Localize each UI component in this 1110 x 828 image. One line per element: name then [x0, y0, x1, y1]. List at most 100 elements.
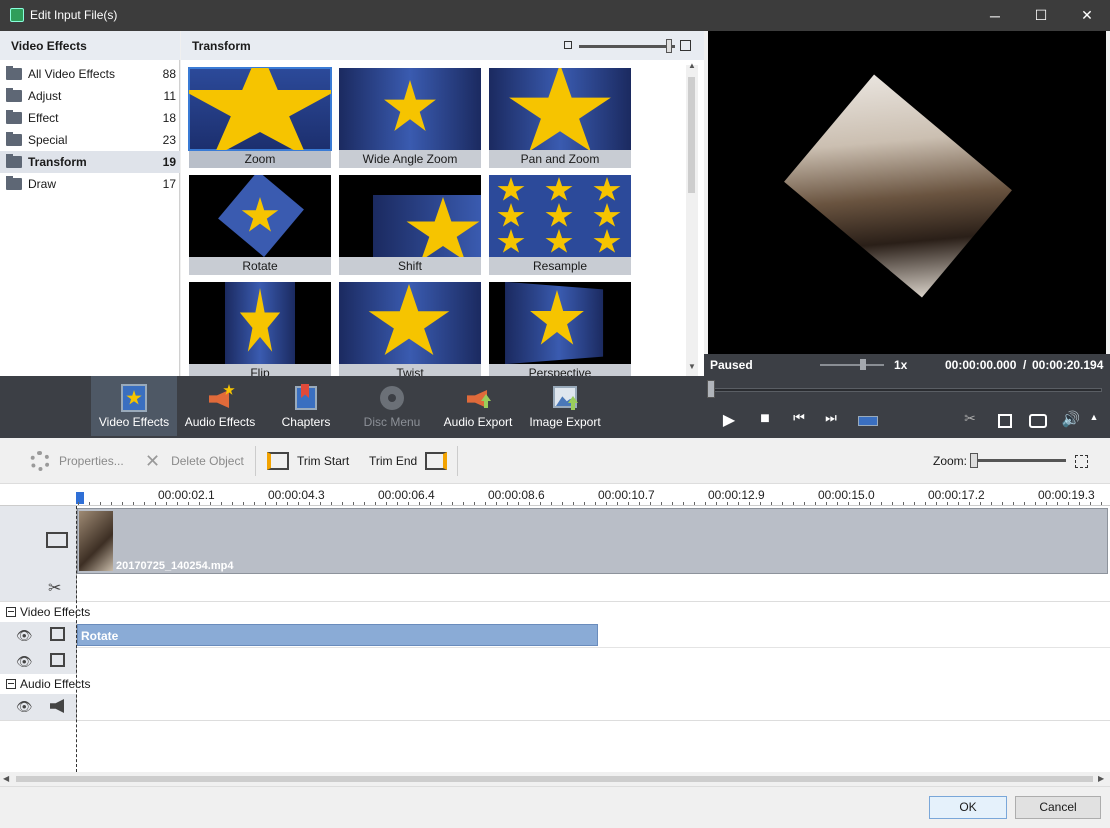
effect-tile-zoom[interactable]: Zoom: [188, 67, 332, 168]
ok-button[interactable]: OK: [929, 796, 1007, 819]
film-strip-icon: [46, 532, 68, 548]
effect-label: Zoom: [189, 150, 331, 168]
gear-icon: [30, 451, 50, 471]
total-time: 00:00:20.194: [1032, 358, 1104, 372]
dialog-footer: OK Cancel: [0, 786, 1110, 828]
effect-tile-flip[interactable]: Flip: [189, 282, 331, 376]
zoom-label: Zoom:: [933, 454, 968, 468]
audio-effects-tab[interactable]: Audio Effects: [177, 376, 263, 436]
category-label: Transform: [28, 155, 87, 169]
trim-start-button[interactable]: Trim Start: [267, 438, 349, 484]
large-thumb-icon[interactable]: [680, 40, 691, 51]
effect-tile-shift[interactable]: Shift: [339, 175, 481, 275]
video-effects-section-header[interactable]: Video Effects: [0, 602, 1110, 622]
effect-tile-wide-angle-zoom[interactable]: Wide Angle Zoom: [339, 68, 481, 168]
volume-icon[interactable]: 🔊: [1060, 410, 1082, 428]
effect-bar-rotate[interactable]: Rotate: [77, 624, 598, 646]
audio-effect-track-icon: [50, 699, 64, 713]
trim-end-button[interactable]: Trim End: [369, 438, 448, 484]
category-count: 19: [162, 155, 176, 169]
thumbnail-size-slider[interactable]: [579, 45, 675, 48]
cancel-button[interactable]: Cancel: [1015, 796, 1101, 819]
playback-position-handle[interactable]: [707, 380, 715, 398]
speed-slider[interactable]: [820, 364, 884, 366]
category-count: 17: [162, 177, 176, 191]
preview-frame: [784, 74, 1012, 298]
close-button[interactable]: ✕: [1064, 0, 1110, 31]
track-divider: [77, 647, 1110, 648]
playback-status: Paused: [710, 358, 753, 372]
playback-position-slider[interactable]: [710, 388, 1102, 392]
delete-object-button[interactable]: ✕ Delete Object: [145, 438, 244, 484]
toolbar-divider: [457, 446, 458, 476]
effects-panel: Transform Zoom Wide Angle Zoom Pan and Z…: [181, 31, 704, 376]
app-icon: [10, 8, 24, 22]
effect-tile-pan-and-zoom[interactable]: Pan and Zoom: [489, 68, 631, 168]
effect-tile-rotate[interactable]: Rotate: [189, 175, 331, 275]
video-track-header: [0, 506, 77, 574]
video-clip[interactable]: 20170725_140254.mp4: [77, 508, 1108, 574]
scroll-up-icon[interactable]: ▲: [686, 61, 698, 71]
cut-scissors-icon[interactable]: ✂: [958, 410, 982, 427]
small-thumb-icon[interactable]: [564, 41, 572, 49]
toolbar-divider: [255, 446, 256, 476]
scroll-thumb[interactable]: [16, 776, 1093, 782]
volume-menu-icon[interactable]: ▲: [1088, 412, 1100, 422]
play-selection-icon[interactable]: [858, 416, 878, 426]
clip-filename: 20170725_140254.mp4: [116, 560, 234, 572]
category-item-all-video-effects[interactable]: All Video Effects 88: [0, 63, 180, 85]
category-item-draw[interactable]: Draw 17: [0, 173, 180, 195]
visibility-eye-icon[interactable]: 👁: [16, 654, 33, 670]
slider-handle[interactable]: [666, 39, 672, 53]
maximize-button[interactable]: ☐: [1018, 0, 1064, 31]
scroll-right-icon[interactable]: ▶: [1098, 774, 1104, 783]
video-effects-tab[interactable]: Video Effects: [91, 376, 177, 436]
effect-thumbnail: [339, 68, 481, 150]
scroll-left-icon[interactable]: ◀: [3, 774, 9, 783]
effect-tile-resample[interactable]: Resample: [489, 175, 631, 275]
fullscreen-icon[interactable]: [998, 414, 1012, 428]
timeline-scrollbar[interactable]: ◀ ▶: [0, 772, 1110, 786]
ruler-label: 00:00:17.2: [928, 488, 985, 502]
timeline-zoom-handle[interactable]: [970, 453, 978, 468]
audio-effects-section-header[interactable]: Audio Effects: [0, 674, 1110, 694]
minimize-button[interactable]: ─: [972, 0, 1018, 31]
collapse-icon[interactable]: [6, 607, 16, 617]
collapse-icon[interactable]: [6, 679, 16, 689]
previous-frame-icon[interactable]: ⏮: [790, 410, 808, 426]
audio-export-tab[interactable]: Audio Export: [435, 376, 521, 436]
video-effect-track-icon: [50, 653, 65, 667]
play-icon[interactable]: ▶: [718, 410, 740, 430]
category-item-effect[interactable]: Effect 18: [0, 107, 180, 129]
image-export-tab[interactable]: Image Export: [522, 376, 608, 436]
chapters-tab[interactable]: Chapters: [263, 376, 349, 436]
timeline-zoom-slider[interactable]: [972, 459, 1066, 462]
properties-button[interactable]: Properties...: [30, 438, 124, 484]
chapters-icon: [291, 384, 321, 412]
ruler-label: 00:00:10.7: [598, 488, 655, 502]
scroll-down-icon[interactable]: ▼: [686, 362, 698, 372]
stop-icon[interactable]: ■: [756, 410, 774, 428]
trim-end-label: Trim End: [369, 454, 418, 468]
fit-zoom-icon[interactable]: [1075, 455, 1088, 468]
tab-label: Chapters: [281, 415, 331, 429]
visibility-eye-icon[interactable]: 👁: [16, 699, 33, 715]
timeline-ruler[interactable]: 00:00:02.1 00:00:04.3 00:00:06.4 00:00:0…: [0, 484, 1110, 506]
player-status-bar: Paused 1x 00:00:00.000 / 00:00:20.194: [704, 354, 1110, 376]
effect-thumbnail: [188, 67, 332, 151]
video-effects-icon: [119, 384, 149, 412]
disc-menu-tab[interactable]: Disc Menu: [349, 376, 435, 436]
playback-speed: 1x: [894, 358, 908, 372]
effect-tile-perspective[interactable]: Perspective: [489, 282, 631, 376]
snapshot-camera-icon[interactable]: [1029, 414, 1047, 428]
category-item-special[interactable]: Special 23: [0, 129, 180, 151]
speed-slider-handle[interactable]: [860, 359, 866, 370]
category-item-transform[interactable]: Transform 19: [0, 151, 180, 173]
effect-tile-twist[interactable]: Twist: [339, 282, 481, 376]
scroll-thumb[interactable]: [688, 77, 695, 193]
visibility-eye-icon[interactable]: 👁: [16, 628, 33, 644]
category-item-adjust[interactable]: Adjust 11: [0, 85, 180, 107]
next-frame-icon[interactable]: ⏭: [822, 410, 840, 426]
effects-scrollbar[interactable]: ▲ ▼: [686, 61, 698, 376]
scissors-icon: ✂: [48, 580, 62, 597]
